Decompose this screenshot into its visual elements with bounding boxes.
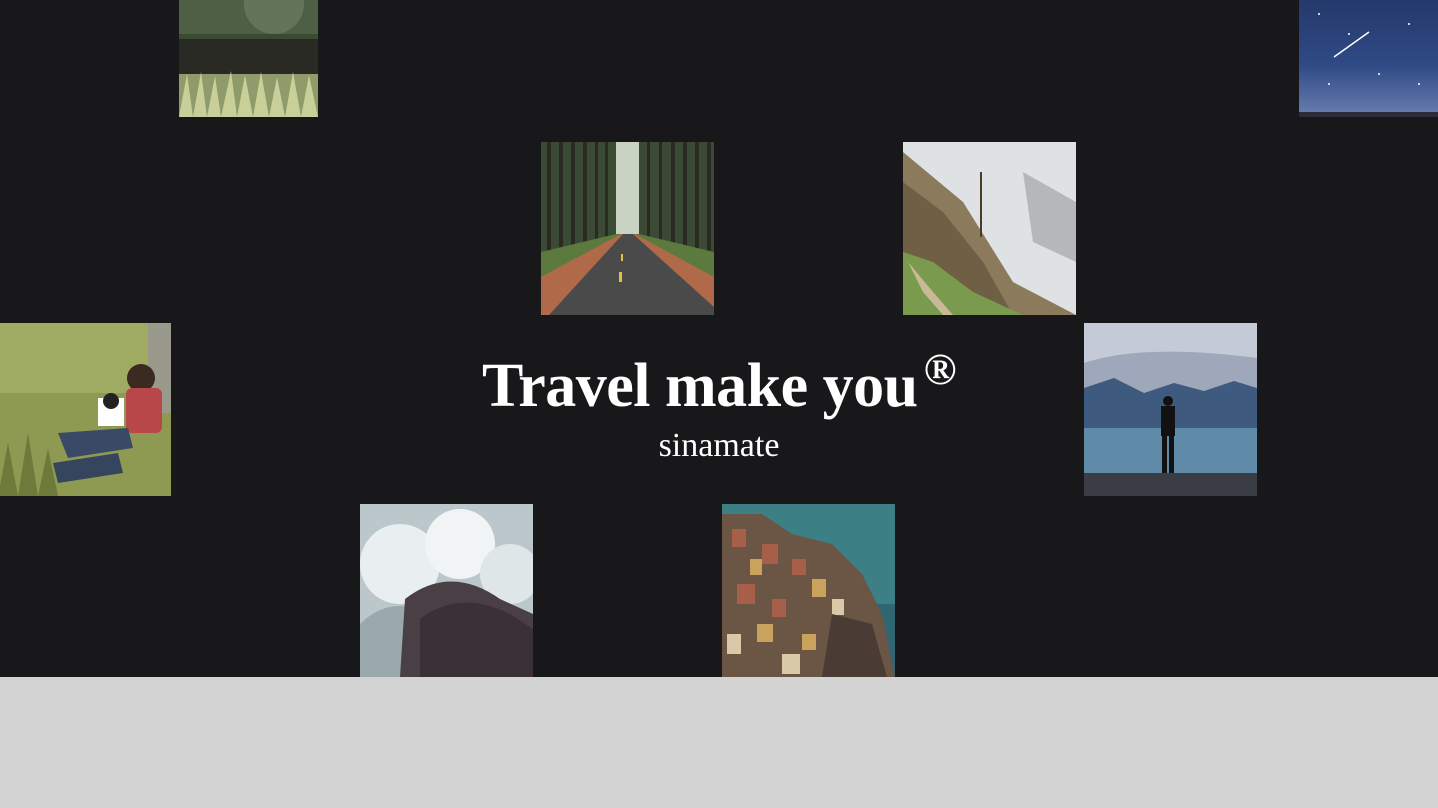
hero-section: Travel make you ® sinamate: [0, 0, 1438, 677]
forest-road-photo[interactable]: [541, 142, 714, 315]
misty-forest-photo[interactable]: [903, 142, 1076, 315]
footer-area: [0, 677, 1438, 808]
crashing-waves-photo[interactable]: [360, 504, 533, 677]
starry-sky-photo[interactable]: [1299, 0, 1438, 117]
title-text: Travel make you: [481, 352, 918, 420]
page-subtitle: sinamate: [658, 427, 780, 464]
page-title: Travel make you ®: [0, 330, 1438, 426]
title-block: Travel make you ® sinamate: [0, 330, 1438, 466]
registered-mark: ®: [923, 345, 957, 394]
grass-photo[interactable]: [179, 0, 318, 117]
cliffside-village-photo[interactable]: [722, 504, 895, 677]
